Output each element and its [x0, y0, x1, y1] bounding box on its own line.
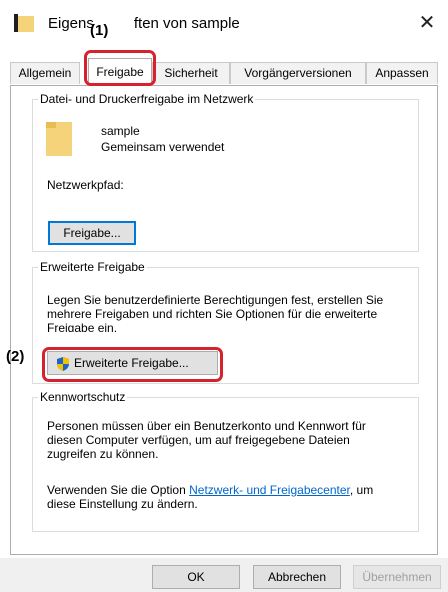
apply-button[interactable]: Übernehmen — [353, 565, 441, 589]
network-path-label: Netzwerkpfad: — [47, 178, 124, 192]
ok-button[interactable]: OK — [152, 565, 240, 589]
close-button[interactable]: ✕ — [414, 10, 440, 36]
tab-sicherheit[interactable]: Sicherheit — [152, 62, 230, 84]
callout-2: (2) — [6, 348, 25, 365]
password-legend: Kennwortschutz — [40, 390, 126, 404]
password-line2: diesen Computer verfügen, um auf freigeg… — [47, 433, 350, 447]
close-icon: ✕ — [418, 12, 436, 34]
tab-allgemein[interactable]: Allgemein — [10, 62, 80, 84]
share-name: sample — [101, 124, 140, 138]
tab-highlight-box — [84, 50, 156, 86]
network-share-legend: Datei- und Druckerfreigabe im Netzwerk — [40, 92, 254, 106]
advanced-share-legend: Erweiterte Freigabe — [40, 260, 145, 274]
advanced-desc-line2: mehrere Freigaben und richten Sie Option… — [47, 307, 378, 321]
tab-strip: Allgemein Freigabe Sicherheit Vorgängerv… — [10, 58, 438, 86]
advanced-desc-line3: Freigabe ein. — [47, 321, 118, 332]
callout-1: (1) — [90, 22, 109, 39]
cancel-button[interactable]: Abbrechen — [253, 565, 341, 589]
folder-icon — [14, 14, 34, 32]
password-line4: Verwenden Sie die Option Netzwerk- und F… — [47, 483, 374, 497]
tab-vorgaengerversionen[interactable]: Vorgängerversionen — [230, 62, 366, 84]
shared-folder-icon — [46, 122, 72, 156]
window-title: Eigens ften von sample — [48, 15, 240, 32]
password-line1: Personen müssen über ein Benutzerkonto u… — [47, 419, 366, 433]
dialog-footer: OK Abbrechen Übernehmen — [0, 558, 448, 592]
share-status: Gemeinsam verwendet — [101, 140, 225, 154]
password-line5: diese Einstellung zu ändern. — [47, 497, 198, 511]
tab-anpassen[interactable]: Anpassen — [366, 62, 438, 84]
password-line3: zugreifen zu können. — [47, 447, 159, 461]
advanced-desc-line1: Legen Sie benutzerdefinierte Berechtigun… — [47, 293, 384, 307]
share-button[interactable]: Freigabe... — [48, 221, 136, 245]
title-bar: Eigens ften von sample ✕ — [0, 0, 448, 52]
advanced-button-highlight — [42, 347, 223, 382]
network-center-link[interactable]: Netzwerk- und Freigabecenter — [189, 483, 350, 497]
